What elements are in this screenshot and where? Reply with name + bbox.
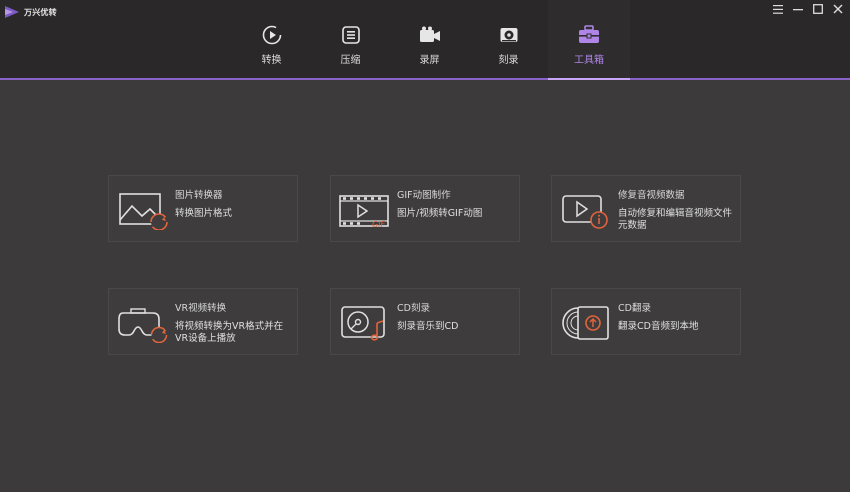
image-convert-icon — [119, 193, 168, 230]
screen-record-icon — [419, 25, 441, 45]
burn-icon — [498, 25, 520, 45]
gif-maker-icon: GIF — [339, 195, 389, 229]
tool-card-image-converter[interactable]: 图片转换器 转换图片格式 — [108, 175, 298, 242]
tab-toolbox[interactable]: 工具箱 — [548, 0, 630, 80]
maximize-icon[interactable] — [812, 3, 824, 15]
tool-card-cd-burner[interactable]: CD刻录 刻录音乐到CD — [330, 288, 520, 355]
tab-compress[interactable]: 压缩 — [311, 0, 390, 78]
tool-title: 修复音视频数据 — [618, 190, 685, 201]
tool-desc: 图片/视频转GIF动图 — [397, 208, 483, 219]
tab-convert[interactable]: 转换 — [232, 0, 311, 78]
tab-screen-record[interactable]: 录屏 — [390, 0, 469, 78]
tool-card-gif-maker[interactable]: GIF GIF动图制作 图片/视频转GIF动图 — [330, 175, 520, 242]
tool-desc: 刻录音乐到CD — [397, 321, 459, 332]
tool-title: 图片转换器 — [175, 190, 223, 201]
tool-title: CD翻录 — [618, 303, 651, 314]
menu-icon[interactable] — [772, 3, 784, 15]
tool-title: CD刻录 — [397, 303, 430, 314]
toolbox-icon — [578, 25, 600, 45]
window-controls — [772, 3, 844, 15]
vr-icon — [118, 308, 168, 343]
tool-desc: 自动修复和编辑音视频文件元数据 — [618, 208, 733, 231]
cd-burn-icon — [341, 306, 385, 341]
tool-desc: 翻录CD音频到本地 — [618, 321, 699, 332]
app-title: 万兴优转 — [24, 7, 57, 17]
tool-card-fix-metadata[interactable]: 修复音视频数据 自动修复和编辑音视频文件元数据 — [551, 175, 741, 242]
minimize-icon[interactable] — [792, 3, 804, 15]
compress-icon — [340, 25, 362, 45]
tool-card-vr-converter[interactable]: VR视频转换 将视频转换为VR格式并在VR设备上播放 — [108, 288, 298, 355]
convert-icon — [261, 25, 283, 45]
tool-card-cd-ripper[interactable]: CD翻录 翻录CD音频到本地 — [551, 288, 741, 355]
app-logo-icon — [5, 6, 19, 18]
gif-icon-text: GIF — [372, 220, 386, 229]
tab-burn[interactable]: 刻录 — [469, 0, 548, 78]
main-tabs: 转换 压缩 录屏 刻录 工具箱 — [232, 0, 630, 80]
tool-title: GIF动图制作 — [397, 190, 451, 201]
cd-rip-icon — [562, 306, 609, 340]
tool-title: VR视频转换 — [175, 303, 227, 314]
tool-desc: 转换图片格式 — [175, 208, 233, 219]
tool-desc: 将视频转换为VR格式并在VR设备上播放 — [175, 321, 284, 344]
top-bar: 万兴优转 转换 压缩 录屏 刻录 工具箱 — [0, 0, 850, 80]
fix-metadata-icon — [562, 195, 608, 229]
close-icon[interactable] — [832, 3, 844, 15]
app-logo: 万兴优转 — [4, 5, 57, 19]
